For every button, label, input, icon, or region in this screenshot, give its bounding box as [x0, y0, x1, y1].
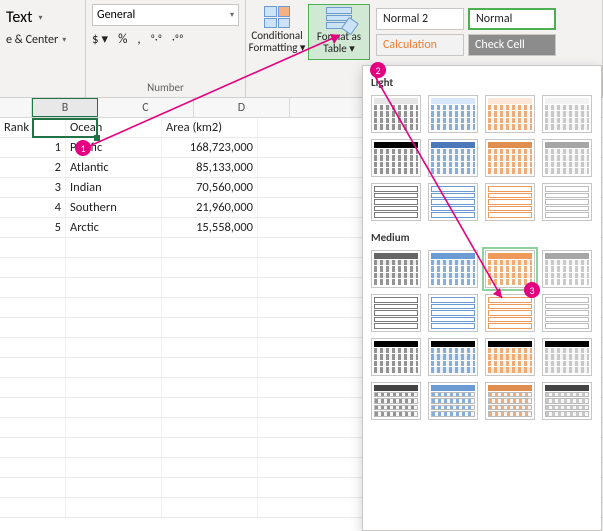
- section-light-label: Light: [363, 72, 601, 95]
- increase-decimal-button[interactable]: ⁰·⁰: [151, 33, 162, 46]
- merge-center-button[interactable]: e & Center ▾: [6, 27, 79, 47]
- alignment-group: Text ▾ e & Center ▾: [0, 0, 86, 97]
- table-style-light-3[interactable]: [485, 95, 535, 133]
- number-group-label: Number: [92, 79, 239, 97]
- table-style-light-9[interactable]: [371, 183, 421, 221]
- currency-button[interactable]: $ ▾: [92, 32, 108, 47]
- cell-style-gallery: Normal 2 Normal Calculation Check Cell: [370, 4, 562, 60]
- table-style-light-12[interactable]: [542, 183, 592, 221]
- table-style-medium-2[interactable]: [428, 250, 478, 288]
- table-style-light-7[interactable]: [485, 139, 535, 177]
- format-as-table-icon: [326, 7, 352, 29]
- select-all-corner[interactable]: [0, 98, 32, 117]
- table-style-light-1[interactable]: [371, 95, 421, 133]
- table-style-light-11[interactable]: [485, 183, 535, 221]
- cell-style-normal[interactable]: Normal: [468, 8, 556, 30]
- table-style-medium-5[interactable]: [371, 294, 421, 332]
- conditional-formatting-icon: [264, 6, 290, 28]
- table-style-medium-8[interactable]: [542, 294, 592, 332]
- section-medium-label: Medium: [363, 227, 601, 250]
- table-style-medium-1[interactable]: [371, 250, 421, 288]
- table-style-medium-15[interactable]: [485, 382, 535, 420]
- table-style-light-4[interactable]: [542, 95, 592, 133]
- table-style-medium-14[interactable]: [428, 382, 478, 420]
- chevron-down-icon: ▾: [62, 35, 66, 45]
- table-style-medium-9[interactable]: [371, 338, 421, 376]
- format-as-table-dropdown: Light Medium: [362, 65, 602, 531]
- table-style-medium-7[interactable]: [485, 294, 535, 332]
- step-badge-3: 3: [524, 282, 540, 298]
- medium-styles-grid: [363, 250, 601, 426]
- table-style-light-2[interactable]: [428, 95, 478, 133]
- column-header-d[interactable]: D: [194, 98, 290, 117]
- light-styles-grid: [363, 95, 601, 227]
- cell-style-check-cell[interactable]: Check Cell: [468, 34, 556, 56]
- table-style-medium-6[interactable]: [428, 294, 478, 332]
- table-style-medium-12[interactable]: [542, 338, 592, 376]
- table-style-light-6[interactable]: [428, 139, 478, 177]
- table-style-medium-4[interactable]: [542, 250, 592, 288]
- conditional-formatting-button[interactable]: ConditionalFormatting ▾: [246, 4, 308, 60]
- cell-style-calculation[interactable]: Calculation: [376, 34, 464, 56]
- format-as-table-button[interactable]: Format asTable ▾: [308, 4, 370, 60]
- percent-button[interactable]: %: [118, 32, 127, 47]
- decrease-decimal-button[interactable]: ·⁰⁰: [172, 33, 183, 46]
- step-badge-2: 2: [370, 62, 386, 78]
- table-style-light-8[interactable]: [542, 139, 592, 177]
- wrap-text-label[interactable]: Text: [6, 8, 32, 27]
- fill-handle[interactable]: [94, 135, 100, 141]
- table-style-medium-13[interactable]: [371, 382, 421, 420]
- table-style-light-5[interactable]: [371, 139, 421, 177]
- number-group: General ▾ $ ▾ % , ⁰·⁰ ·⁰⁰ Number: [86, 0, 246, 97]
- comma-button[interactable]: ,: [137, 32, 140, 47]
- column-header-c[interactable]: C: [98, 98, 194, 117]
- step-badge-1: 1: [75, 140, 91, 156]
- column-header-b[interactable]: B: [32, 98, 98, 117]
- chevron-down-icon: ▾: [230, 10, 234, 20]
- number-format-combo[interactable]: General ▾: [92, 4, 239, 26]
- dropdown-arrow-icon[interactable]: ▾: [38, 13, 42, 23]
- table-style-medium-11[interactable]: [485, 338, 535, 376]
- table-style-light-10[interactable]: [428, 183, 478, 221]
- table-style-medium-10[interactable]: [428, 338, 478, 376]
- table-style-medium-16[interactable]: [542, 382, 592, 420]
- cell-style-normal2[interactable]: Normal 2: [376, 8, 464, 30]
